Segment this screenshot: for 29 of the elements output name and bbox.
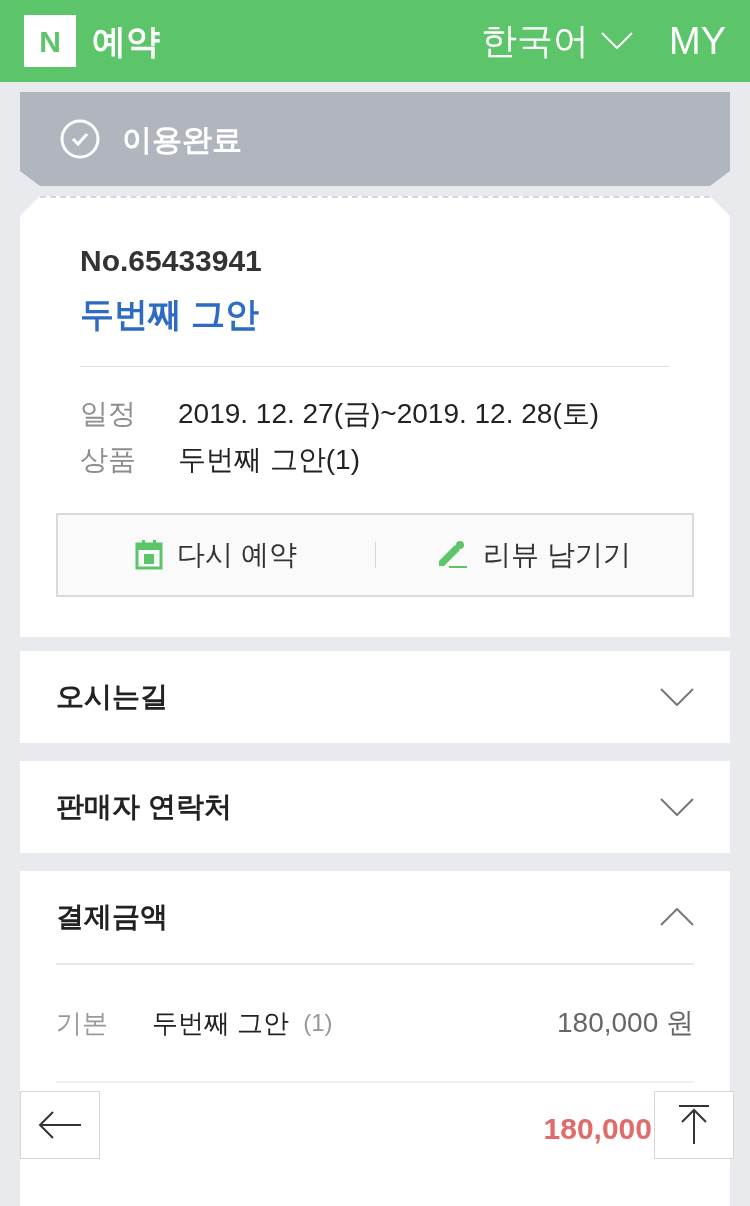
detail-label: 상품 [80, 443, 137, 477]
rebook-button[interactable]: 다시 예약 [58, 515, 375, 595]
item-name: 두번째 그안 [152, 1006, 290, 1040]
detail-value: 2019. 12. 27(금)~2019. 12. 28(토) [178, 397, 600, 431]
chevron-down-icon [601, 32, 633, 50]
chevron-down-icon [660, 798, 694, 816]
status-label: 이용완료 [122, 121, 242, 158]
chevron-up-icon [660, 908, 694, 926]
detail-label: 일정 [80, 397, 137, 431]
pencil-icon [436, 541, 469, 569]
booking-number: No.65433941 [80, 243, 263, 279]
item-quantity: (1) [303, 1008, 333, 1038]
section-header[interactable]: 오시는길 [20, 651, 730, 743]
item-amount: 180,000 원 [557, 1006, 694, 1040]
app-title: 예약 [92, 20, 160, 62]
scroll-top-icon [678, 1105, 710, 1145]
section-header[interactable]: 판매자 연락처 [20, 761, 730, 853]
back-arrow-icon [38, 1110, 82, 1140]
section-header[interactable]: 결제금액 [20, 871, 730, 963]
check-circle-icon [60, 119, 100, 159]
detail-value: 두번째 그안(1) [178, 443, 360, 477]
price-type: 기본 [56, 1006, 109, 1040]
total-amount: 180,000 [543, 1110, 652, 1147]
calendar-icon [135, 540, 164, 570]
review-button[interactable]: 리뷰 남기기 [375, 515, 692, 595]
chevron-down-icon [660, 688, 694, 706]
venue-name[interactable]: 두번째 그안 [80, 289, 670, 340]
back-button[interactable] [20, 1091, 100, 1159]
scroll-top-button[interactable] [654, 1091, 734, 1159]
